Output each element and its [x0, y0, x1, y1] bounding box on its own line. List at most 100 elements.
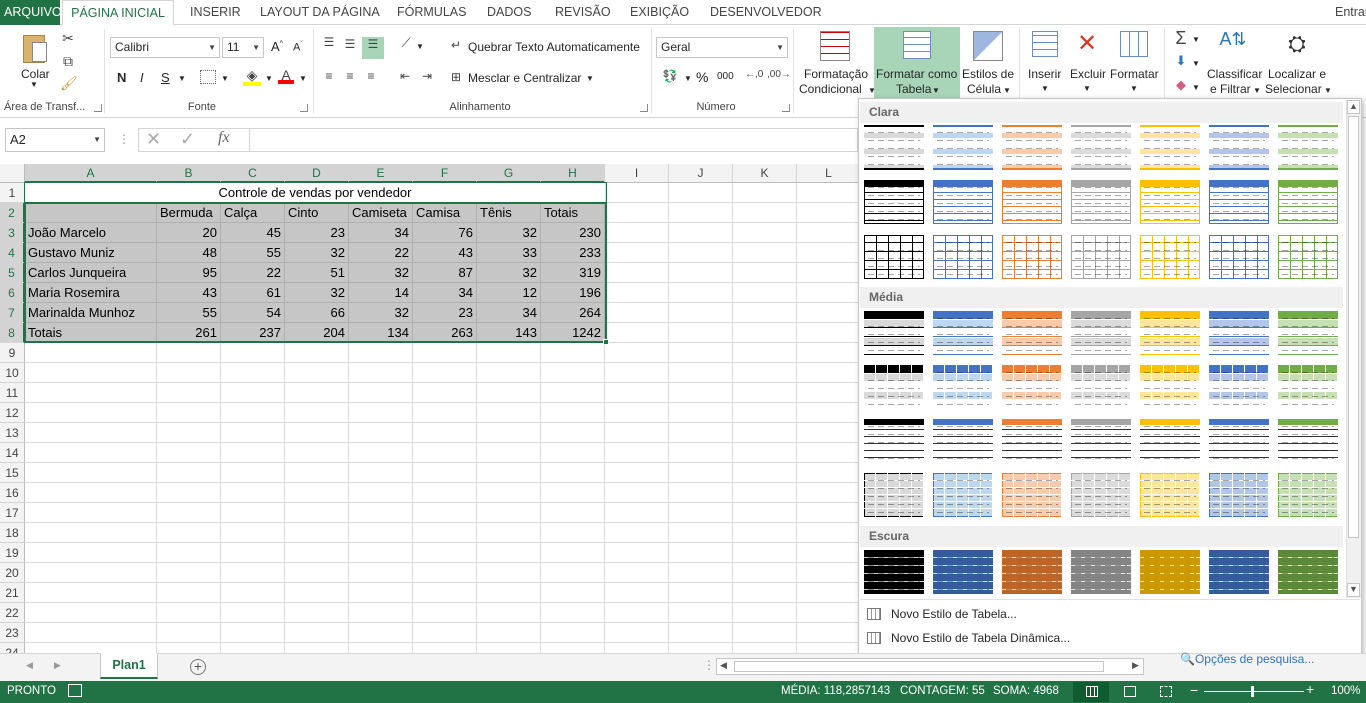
search-options-link[interactable]: 🔍Opções de pesquisa... — [1180, 652, 1314, 666]
signin-link[interactable]: Entrar — [1331, 0, 1366, 25]
percent-button[interactable]: % — [696, 69, 708, 85]
chevron-down-icon[interactable]: ▼ — [1192, 59, 1200, 68]
increase-decimal-icon[interactable]: ←,0 — [745, 69, 763, 80]
value-cell[interactable]: 263 — [413, 323, 477, 343]
chevron-down-icon[interactable]: ▼ — [178, 74, 186, 83]
cell[interactable] — [25, 343, 157, 363]
cell[interactable] — [541, 583, 605, 603]
value-cell[interactable]: 32 — [285, 243, 349, 263]
table-style-swatch[interactable] — [864, 125, 924, 170]
cell[interactable] — [541, 383, 605, 403]
header-cell[interactable]: Cinto — [285, 203, 349, 223]
cell[interactable] — [733, 503, 797, 523]
cell[interactable] — [605, 383, 669, 403]
table-style-swatch[interactable] — [1209, 473, 1269, 517]
cell-styles-label-2[interactable]: Célula — [967, 82, 1001, 96]
cell[interactable] — [605, 643, 669, 653]
tab-pagina-inicial[interactable]: PÁGINA INICIAL — [62, 0, 174, 26]
formula-bar-dots-icon[interactable]: ⋮ — [118, 132, 130, 146]
row-header-10[interactable]: 10 — [0, 363, 25, 383]
table-style-swatch[interactable] — [1140, 311, 1200, 355]
cell[interactable] — [797, 583, 858, 603]
header-cell[interactable]: Totais — [541, 203, 605, 223]
table-style-swatch[interactable] — [1140, 365, 1200, 409]
paste-icon[interactable] — [20, 31, 50, 65]
cell[interactable] — [221, 603, 285, 623]
cell[interactable] — [797, 523, 858, 543]
cell[interactable] — [349, 463, 413, 483]
sheet-tab-plan1[interactable]: Plan1 — [100, 653, 158, 679]
cell[interactable] — [541, 623, 605, 643]
bold-button[interactable]: N — [117, 70, 126, 85]
cell[interactable] — [413, 423, 477, 443]
chevron-down-icon[interactable]: ▼ — [221, 74, 229, 83]
cell[interactable] — [605, 323, 669, 343]
cell[interactable] — [605, 483, 669, 503]
cell[interactable] — [413, 403, 477, 423]
italic-button[interactable]: I — [140, 70, 144, 85]
autosum-icon[interactable]: Σ — [1172, 28, 1190, 49]
cell[interactable] — [797, 323, 858, 343]
font-name-combo[interactable]: Calibri ▼ — [110, 37, 220, 58]
cell[interactable] — [157, 463, 221, 483]
cut-icon[interactable]: ✂ — [60, 30, 76, 47]
cell[interactable] — [669, 323, 733, 343]
cell[interactable] — [413, 463, 477, 483]
cell[interactable] — [733, 363, 797, 383]
paste-button[interactable]: Colar — [21, 67, 50, 81]
cell[interactable] — [797, 343, 858, 363]
row-header-13[interactable]: 13 — [0, 423, 25, 443]
cell[interactable] — [541, 423, 605, 443]
cell[interactable] — [349, 383, 413, 403]
cell[interactable] — [285, 603, 349, 623]
value-cell[interactable]: 76 — [413, 223, 477, 243]
cell[interactable] — [477, 643, 541, 653]
cell[interactable] — [541, 523, 605, 543]
table-style-swatch[interactable] — [1002, 125, 1062, 170]
table-style-swatch[interactable] — [1209, 235, 1269, 279]
value-cell[interactable]: 33 — [477, 243, 541, 263]
cell[interactable] — [285, 543, 349, 563]
cell-styles-label-1[interactable]: Estilos de — [962, 67, 1014, 81]
row-header-15[interactable]: 15 — [0, 463, 25, 483]
cell[interactable] — [605, 203, 669, 223]
column-header-k[interactable]: K — [733, 164, 797, 183]
cell[interactable] — [285, 583, 349, 603]
table-style-swatch[interactable] — [1002, 550, 1062, 594]
align-left-icon[interactable]: ≡ — [320, 69, 338, 83]
clipboard-launcher-icon[interactable] — [94, 104, 102, 112]
table-style-swatch[interactable] — [1071, 419, 1131, 463]
row-header-3[interactable]: 3 — [0, 223, 25, 243]
tab-formulas[interactable]: FÓRMULAS — [393, 0, 470, 25]
value-cell[interactable]: 87 — [413, 263, 477, 283]
cell-styles-icon[interactable] — [973, 31, 1003, 61]
number-launcher-icon[interactable] — [782, 104, 790, 112]
font-launcher-icon[interactable] — [300, 104, 308, 112]
cell[interactable] — [413, 583, 477, 603]
cell[interactable] — [797, 303, 858, 323]
cell[interactable] — [669, 183, 733, 203]
chevron-down-icon[interactable]: ▼ — [1083, 84, 1091, 93]
sort-filter-label-2[interactable]: e Filtrar — [1210, 82, 1251, 96]
cell[interactable] — [797, 363, 858, 383]
column-header-a[interactable]: A — [25, 164, 157, 183]
tab-split-icon[interactable]: ⋮ — [703, 658, 715, 672]
cell[interactable] — [413, 523, 477, 543]
cell[interactable] — [669, 583, 733, 603]
cell[interactable] — [733, 243, 797, 263]
value-cell[interactable]: 143 — [477, 323, 541, 343]
cell[interactable] — [669, 543, 733, 563]
table-style-swatch[interactable] — [1278, 550, 1338, 594]
table-style-swatch[interactable] — [1140, 180, 1200, 224]
cell[interactable] — [25, 643, 157, 653]
header-cell[interactable]: Calça — [221, 203, 285, 223]
cell[interactable] — [733, 623, 797, 643]
cancel-icon[interactable]: ✕ — [146, 129, 161, 150]
new-pivot-style-menu-item[interactable]: Novo Estilo de Tabela Dinâmica... — [891, 631, 1070, 645]
format-cells-icon[interactable] — [1120, 31, 1148, 57]
tab-inserir[interactable]: INSERIR — [186, 0, 245, 25]
table-style-swatch[interactable] — [1071, 311, 1131, 355]
scroll-right-icon[interactable]: ▶ — [54, 660, 61, 671]
cell[interactable] — [797, 623, 858, 643]
cell[interactable] — [349, 363, 413, 383]
